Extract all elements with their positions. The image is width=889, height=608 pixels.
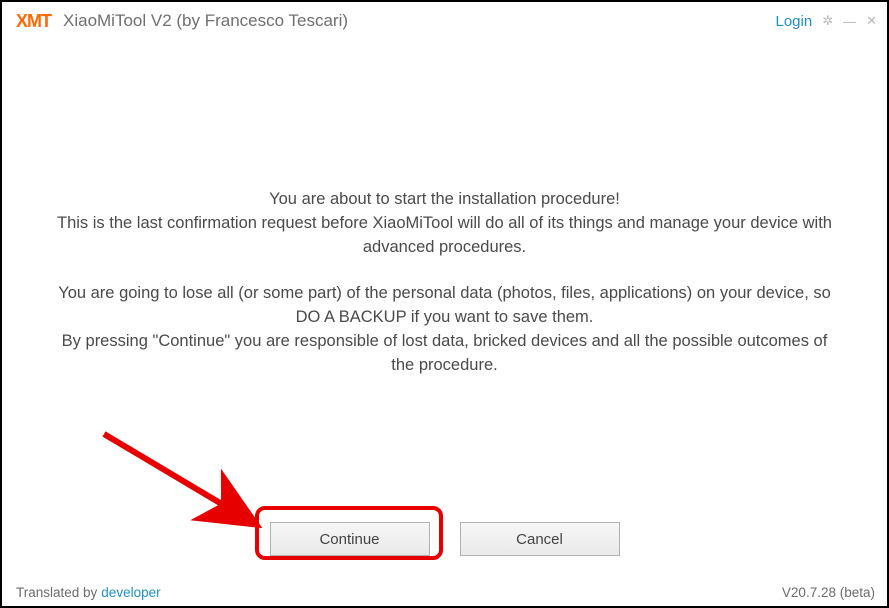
titlebar: XMT XiaoMiTool V2 (by Francesco Tescari)… bbox=[2, 2, 887, 38]
button-row: Continue Cancel bbox=[2, 522, 887, 556]
message-line-2: This is the last confirmation request be… bbox=[52, 212, 837, 260]
cancel-button[interactable]: Cancel bbox=[460, 522, 620, 556]
minimize-icon[interactable]: — bbox=[843, 14, 856, 29]
message-line-3: You are going to lose all (or some part)… bbox=[52, 282, 837, 330]
developer-link[interactable]: developer bbox=[101, 585, 160, 600]
message-line-1: You are about to start the installation … bbox=[269, 188, 620, 212]
close-icon[interactable]: ✕ bbox=[866, 13, 877, 29]
translated-by-label: Translated by bbox=[16, 585, 97, 600]
status-bar: Translated by developer V20.7.28 (beta) bbox=[2, 581, 887, 606]
confirmation-message: You are about to start the installation … bbox=[2, 38, 887, 606]
settings-icon[interactable]: ✲ bbox=[822, 13, 833, 29]
continue-button[interactable]: Continue bbox=[270, 522, 430, 556]
app-window: XMT XiaoMiTool V2 (by Francesco Tescari)… bbox=[0, 0, 889, 608]
app-logo: XMT bbox=[16, 11, 51, 32]
login-link[interactable]: Login bbox=[775, 13, 812, 30]
message-line-4: By pressing "Continue" you are responsib… bbox=[52, 330, 837, 378]
window-title: XiaoMiTool V2 (by Francesco Tescari) bbox=[63, 11, 348, 31]
version-label: V20.7.28 (beta) bbox=[782, 585, 875, 600]
